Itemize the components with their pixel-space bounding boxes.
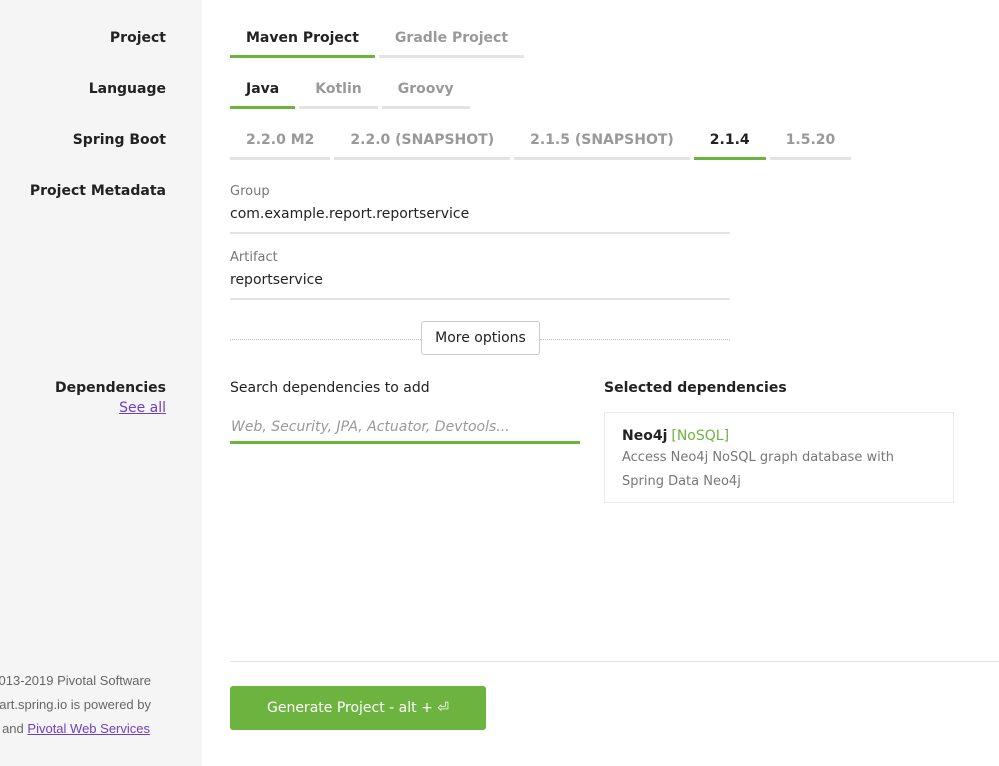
artifact-field[interactable]: reportservice (230, 272, 730, 300)
footer-and-text: and (2, 721, 24, 736)
tab-maven-project[interactable]: Maven Project (230, 30, 375, 58)
artifact-label: Artifact (230, 250, 278, 265)
search-dependencies-label: Search dependencies to add (230, 380, 430, 396)
project-metadata-label: Project Metadata (29, 183, 166, 199)
sidebar: Project Language Spring Boot Project Met… (0, 0, 202, 766)
group-label: Group (230, 184, 270, 199)
dependency-description: Access Neo4j NoSQL graph database with S… (622, 446, 936, 494)
footer-divider (230, 661, 999, 662)
tab-groovy[interactable]: Groovy (381, 81, 470, 109)
more-options-divider-right (540, 339, 730, 340)
dependency-group: [NoSQL] (671, 428, 730, 444)
footer-pws: and Pivotal Web Services (2, 721, 150, 736)
footer-powered-by: art.spring.io is powered by (0, 697, 151, 712)
tab-java[interactable]: Java (230, 81, 296, 109)
project-label: Project (109, 30, 166, 46)
more-options-divider-left (230, 339, 421, 340)
pivotal-web-services-link[interactable]: Pivotal Web Services (27, 721, 150, 736)
dependency-description-line2: Spring Data Neo4j (622, 474, 741, 489)
project-tabs: Maven Project Gradle Project (230, 30, 525, 58)
generate-project-button[interactable]: Generate Project - alt + ⏎ (230, 686, 486, 730)
main-form: Maven Project Gradle Project Java Kotlin… (202, 0, 999, 766)
footer-copyright: 013-2019 Pivotal Software (0, 673, 151, 688)
tab-boot-2-2-0-m2[interactable]: 2.2.0 M2 (230, 132, 331, 160)
search-dependencies-input[interactable] (230, 412, 580, 444)
dependency-header: Neo4j [NoSQL] (622, 425, 936, 444)
group-field[interactable]: com.example.report.reportservice (230, 206, 730, 234)
language-label: Language (88, 81, 166, 97)
tab-boot-1-5-20[interactable]: 1.5.20 (769, 132, 852, 160)
spring-boot-tabs: 2.2.0 M2 2.2.0 (SNAPSHOT) 2.1.5 (SNAPSHO… (230, 132, 852, 160)
tab-boot-2-1-5-snapshot[interactable]: 2.1.5 (SNAPSHOT) (514, 132, 690, 160)
spring-boot-label: Spring Boot (72, 132, 166, 148)
tab-boot-2-1-4[interactable]: 2.1.4 (693, 132, 766, 160)
tab-boot-2-2-0-snapshot[interactable]: 2.2.0 (SNAPSHOT) (334, 132, 511, 160)
tab-kotlin[interactable]: Kotlin (299, 81, 378, 109)
selected-dependencies-title: Selected dependencies (604, 380, 787, 396)
more-options-button[interactable]: More options (421, 321, 540, 355)
selected-dependency-card[interactable]: Neo4j [NoSQL] Access Neo4j NoSQL graph da… (604, 412, 954, 503)
dependencies-label: Dependencies (54, 380, 166, 396)
tab-gradle-project[interactable]: Gradle Project (378, 30, 525, 58)
dependency-name: Neo4j (622, 428, 668, 444)
language-tabs: Java Kotlin Groovy (230, 81, 470, 109)
see-all-link[interactable]: See all (119, 400, 166, 416)
dependency-description-line1: Access Neo4j NoSQL graph database with (622, 450, 895, 465)
